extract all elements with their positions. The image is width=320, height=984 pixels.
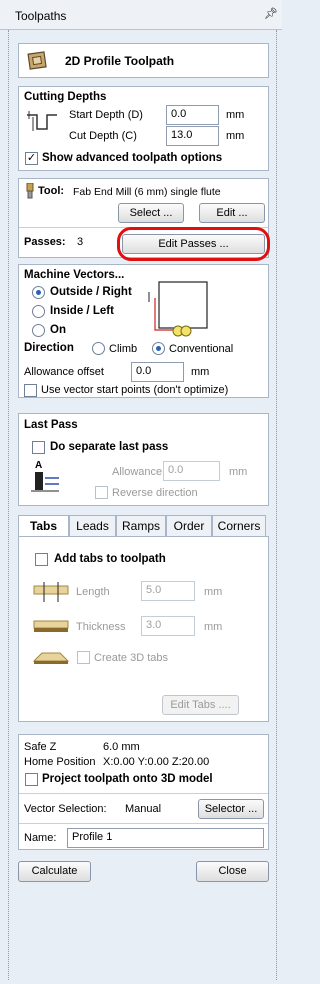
toolpath-name-input[interactable]: Profile 1 [67, 828, 264, 848]
last-pass-allowance-input[interactable]: 0.0 [163, 461, 220, 481]
cut-depth-label: Cut Depth (C) [69, 130, 137, 142]
last-pass-allowance-unit: mm [229, 466, 248, 478]
footer-divider [19, 823, 268, 824]
vector-selection-value: Manual [125, 803, 162, 815]
allowance-offset-label: Allowance offset [24, 366, 104, 378]
svg-text:A: A [35, 460, 42, 471]
profile-toolpath-icon [27, 51, 47, 70]
radio-outside-right[interactable] [32, 286, 45, 299]
passes-value: 3 [77, 236, 84, 248]
tab-length-label: Length [76, 586, 110, 598]
tab-length-unit: mm [204, 586, 223, 598]
cutting-depths-section: Cutting Depths Start Depth (D) 0.0 mm Cu… [18, 86, 269, 171]
use-start-points-checkbox[interactable] [24, 384, 37, 397]
start-depth-unit: mm [226, 109, 245, 121]
tab-length-icon [33, 582, 69, 602]
tab-order[interactable]: Order [166, 515, 212, 537]
edit-tool-button[interactable]: Edit ... [199, 203, 265, 223]
project-toolpath-label: Project toolpath onto 3D model [42, 773, 213, 785]
tab-thickness-input[interactable]: 3.0 [141, 616, 195, 636]
radio-climb-label: Climb [109, 343, 138, 355]
vector-offset-preview-icon [148, 281, 208, 337]
radio-conventional-label: Conventional [169, 343, 234, 355]
tab-thickness-label: Thickness [76, 621, 126, 633]
separate-last-pass-label: Do separate last pass [50, 441, 169, 453]
close-button[interactable]: Close [196, 861, 269, 882]
radio-conventional[interactable] [152, 342, 165, 355]
section-title: Last Pass [24, 419, 78, 431]
name-label: Name: [24, 832, 57, 844]
home-position-label: Home Position [24, 756, 96, 768]
tool-name: Fab End Mill (6 mm) single flute [73, 186, 221, 198]
create-3d-tabs-label: Create 3D tabs [94, 652, 168, 664]
footer-settings-section: Safe Z 6.0 mm Home Position X:0.00 Y:0.0… [18, 734, 269, 850]
radio-inside-left[interactable] [32, 305, 45, 318]
calculate-button[interactable]: Calculate [18, 861, 91, 882]
show-advanced-label: Show advanced toolpath options [42, 152, 223, 164]
radio-on-label: On [50, 324, 66, 336]
page-title: 2D Profile Toolpath [65, 54, 175, 68]
edit-passes-highlight [117, 227, 270, 261]
passes-label: Passes: [24, 236, 66, 248]
tab-thickness-icon [33, 620, 69, 632]
reverse-direction-checkbox[interactable] [95, 486, 108, 499]
separate-last-pass-checkbox[interactable] [32, 441, 45, 454]
use-start-points-label: Use vector start points (don't optimize) [41, 384, 229, 396]
footer-divider [19, 793, 268, 794]
tab-length-input[interactable]: 5.0 [141, 581, 195, 601]
tab-3d-icon [32, 652, 70, 664]
home-position-value: X:0.00 Y:0.00 Z:20.00 [103, 756, 210, 768]
start-depth-label: Start Depth (D) [69, 109, 143, 121]
end-mill-icon [26, 183, 34, 199]
create-3d-tabs-checkbox[interactable] [77, 651, 90, 664]
last-pass-section: Last Pass Do separate last pass A Allowa… [18, 413, 269, 506]
window-titlebar: Toolpaths 📌︎ [0, 0, 282, 30]
depth-diagram-icon [27, 111, 57, 131]
section-title: Cutting Depths [24, 91, 107, 103]
window-title: Toolpaths [15, 9, 67, 23]
cut-depth-input[interactable]: 13.0 [166, 126, 219, 146]
section-title: Machine Vectors... [24, 269, 125, 281]
reverse-direction-label: Reverse direction [112, 487, 198, 499]
radio-outside-right-label: Outside / Right [50, 286, 132, 298]
allowance-offset-unit: mm [191, 366, 210, 378]
tab-corners[interactable]: Corners [212, 515, 266, 537]
start-depth-input[interactable]: 0.0 [166, 105, 219, 125]
toolpath-header: 2D Profile Toolpath [18, 43, 269, 78]
cut-depth-unit: mm [226, 130, 245, 142]
tool-label: Tool: [38, 185, 65, 197]
safe-z-label: Safe Z [24, 741, 57, 753]
select-tool-button[interactable]: Select ... [118, 203, 184, 223]
add-tabs-checkbox[interactable] [35, 553, 48, 566]
radio-on[interactable] [32, 324, 45, 337]
direction-label: Direction [24, 342, 74, 354]
safe-z-value: 6.0 mm [103, 741, 140, 753]
last-pass-diagram-icon: A [31, 460, 59, 492]
project-toolpath-checkbox[interactable] [25, 773, 38, 786]
show-advanced-checkbox[interactable]: ✓ [25, 152, 38, 165]
tabs-panel: Add tabs to toolpath Length 5.0 mm Thick… [18, 536, 269, 722]
vector-selection-label: Vector Selection: [24, 803, 107, 815]
tab-thickness-unit: mm [204, 621, 223, 633]
radio-inside-left-label: Inside / Left [50, 305, 114, 317]
edit-tabs-button[interactable]: Edit Tabs .... [162, 695, 239, 715]
selector-button[interactable]: Selector ... [198, 799, 264, 819]
add-tabs-label: Add tabs to toolpath [54, 553, 166, 565]
tab-ramps[interactable]: Ramps [116, 515, 166, 537]
allowance-offset-input[interactable]: 0.0 [131, 362, 184, 382]
machine-vectors-section: Machine Vectors... Outside / Right Insid… [18, 264, 269, 398]
tab-leads[interactable]: Leads [69, 515, 116, 537]
radio-climb[interactable] [92, 342, 105, 355]
pin-icon[interactable]: 📌︎ [264, 7, 278, 20]
tab-tabs[interactable]: Tabs [18, 515, 69, 537]
